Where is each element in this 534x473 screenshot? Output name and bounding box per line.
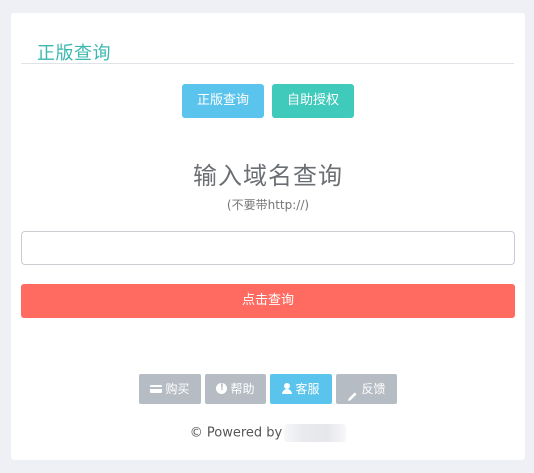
help-label: 帮助	[230, 382, 255, 396]
user-icon	[282, 383, 293, 394]
feedback-button[interactable]: 反馈	[336, 374, 397, 404]
credit-card-icon	[150, 384, 163, 393]
query-tab-button[interactable]: 正版查询	[182, 84, 264, 118]
submit-query-button[interactable]: 点击查询	[21, 284, 515, 318]
buy-label: 购买	[165, 382, 190, 396]
title-divider	[21, 63, 514, 64]
feedback-label: 反馈	[361, 382, 386, 396]
service-label: 客服	[295, 382, 320, 396]
pencil-icon	[347, 383, 358, 401]
exclamation-circle-icon: !	[216, 383, 228, 394]
powered-by-text: © Powered by	[189, 425, 283, 441]
form-heading: 输入域名查询	[193, 162, 343, 190]
service-button[interactable]: 客服	[270, 374, 332, 404]
redacted-brand	[284, 424, 347, 442]
buy-button[interactable]: 购买	[139, 374, 201, 404]
form-hint: (不要带http://)	[226, 198, 310, 212]
domain-input[interactable]	[21, 231, 515, 265]
card-title: 正版查询	[37, 43, 111, 64]
query-card: 正版查询 正版查询 自助授权 输入域名查询 (不要带http://) 点击查询 …	[11, 13, 525, 460]
auth-tab-button[interactable]: 自助授权	[272, 84, 354, 118]
footer: © Powered by	[11, 424, 525, 442]
help-button[interactable]: ! 帮助	[205, 374, 266, 404]
